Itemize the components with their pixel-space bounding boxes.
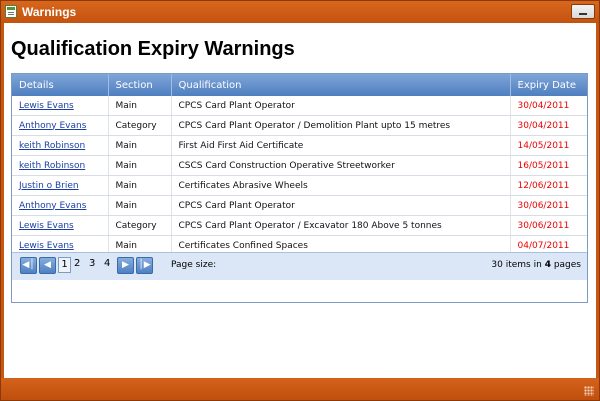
- details-link[interactable]: keith Robinson: [19, 141, 85, 151]
- warnings-grid: Details Section Qualification Expiry Dat…: [11, 73, 588, 303]
- previous-page-icon[interactable]: ◀: [39, 257, 56, 274]
- expiry-cell: 14/05/2011: [510, 135, 587, 156]
- details-cell: Anthony Evans: [12, 115, 109, 136]
- section-cell: Main: [108, 175, 172, 196]
- qualification-cell: Certificates Abrasive Wheels: [171, 175, 511, 196]
- details-link[interactable]: keith Robinson: [19, 161, 85, 171]
- expiry-cell: 30/04/2011: [510, 115, 587, 136]
- page-size-label: Page size:: [171, 260, 217, 270]
- grid-pager: ◀│ ◀ 1 2 3 4 ▶ │▶ Page size: 30 items in…: [12, 252, 587, 280]
- qualification-cell: CSCS Card Construction Operative Streetw…: [171, 155, 511, 176]
- pages-count: 4: [544, 260, 551, 270]
- column-header-section[interactable]: Section: [108, 74, 172, 96]
- page-number-current[interactable]: 1: [58, 257, 71, 273]
- expiry-cell: 30/04/2011: [510, 96, 587, 116]
- warnings-window: Warnings Qualification Expiry Warnings D…: [0, 0, 600, 401]
- details-link[interactable]: Lewis Evans: [19, 101, 74, 111]
- details-cell: Justin o Brien: [12, 175, 109, 196]
- details-cell: keith Robinson: [12, 155, 109, 176]
- details-link[interactable]: Lewis Evans: [19, 221, 74, 231]
- qualification-cell: CPCS Card Plant Operator: [171, 195, 511, 216]
- page-number[interactable]: 3: [89, 258, 95, 269]
- page-title: Qualification Expiry Warnings: [11, 38, 295, 60]
- header-row: Details Section Qualification Expiry Dat…: [12, 74, 587, 96]
- details-link[interactable]: Lewis Evans: [19, 241, 74, 251]
- qualification-cell: First Aid First Aid Certificate: [171, 135, 511, 156]
- section-cell: Main: [108, 96, 172, 116]
- page-number[interactable]: 2: [74, 258, 80, 269]
- column-header-qualification[interactable]: Qualification: [171, 74, 511, 96]
- table-row[interactable]: Anthony Evans Main CPCS Card Plant Opera…: [12, 195, 587, 216]
- table-row[interactable]: keith Robinson Main CSCS Card Constructi…: [12, 155, 587, 176]
- next-page-icon[interactable]: ▶: [117, 257, 134, 274]
- items-count: 30: [491, 260, 503, 270]
- details-cell: Lewis Evans: [12, 96, 109, 116]
- status-bar: [1, 378, 599, 400]
- page-number[interactable]: 4: [104, 258, 110, 269]
- content-area: Qualification Expiry Warnings Details Se…: [4, 23, 596, 378]
- minimize-button[interactable]: [571, 4, 595, 19]
- items-in-text: items in: [505, 260, 542, 270]
- expiry-cell: 30/06/2011: [510, 195, 587, 216]
- details-cell: Lewis Evans: [12, 215, 109, 236]
- minimize-icon: [579, 13, 587, 15]
- expiry-cell: 30/06/2011: [510, 215, 587, 236]
- window-form-icon: [5, 5, 17, 18]
- resize-grip-icon[interactable]: [584, 386, 594, 396]
- column-header-details[interactable]: Details: [12, 74, 109, 96]
- last-page-icon[interactable]: │▶: [136, 257, 153, 274]
- table-row[interactable]: Anthony Evans Category CPCS Card Plant O…: [12, 115, 587, 136]
- table-row[interactable]: Lewis Evans Main CPCS Card Plant Operato…: [12, 96, 587, 116]
- window-title: Warnings: [22, 5, 77, 19]
- table-row[interactable]: Justin o Brien Main Certificates Abrasiv…: [12, 175, 587, 196]
- expiry-cell: 16/05/2011: [510, 155, 587, 176]
- section-cell: Main: [108, 195, 172, 216]
- expiry-cell: 12/06/2011: [510, 175, 587, 196]
- column-header-expiry-date[interactable]: Expiry Date: [510, 74, 587, 96]
- section-cell: Category: [108, 215, 172, 236]
- details-link[interactable]: Anthony Evans: [19, 121, 86, 131]
- section-cell: Main: [108, 155, 172, 176]
- first-page-icon[interactable]: ◀│: [20, 257, 37, 274]
- page-info: 30 items in 4 pages: [491, 260, 581, 270]
- details-cell: Anthony Evans: [12, 195, 109, 216]
- details-cell: keith Robinson: [12, 135, 109, 156]
- section-cell: Category: [108, 115, 172, 136]
- qualification-cell: CPCS Card Plant Operator / Demolition Pl…: [171, 115, 511, 136]
- table-row[interactable]: keith Robinson Main First Aid First Aid …: [12, 135, 587, 156]
- pages-word: pages: [553, 260, 581, 270]
- section-cell: Main: [108, 135, 172, 156]
- qualification-cell: CPCS Card Plant Operator: [171, 96, 511, 116]
- title-bar[interactable]: Warnings: [1, 1, 599, 23]
- details-link[interactable]: Justin o Brien: [19, 181, 79, 191]
- qualification-cell: CPCS Card Plant Operator / Excavator 180…: [171, 215, 511, 236]
- warnings-table: Details Section Qualification Expiry Dat…: [12, 74, 587, 256]
- table-row[interactable]: Lewis Evans Category CPCS Card Plant Ope…: [12, 215, 587, 236]
- details-link[interactable]: Anthony Evans: [19, 201, 86, 211]
